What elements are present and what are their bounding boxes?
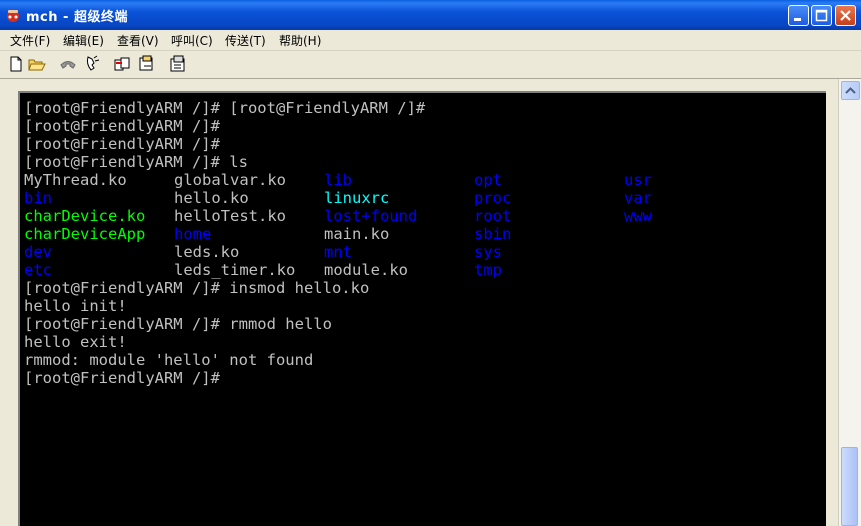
minimize-icon <box>794 18 801 21</box>
ls-entry: root <box>474 207 512 225</box>
minimize-button[interactable] <box>788 5 809 26</box>
ls-entry: lib <box>324 171 352 189</box>
connect-phone-icon[interactable] <box>58 54 78 74</box>
menu-transfer[interactable]: 传送(T) <box>225 32 266 49</box>
ls-entry: proc <box>474 189 512 207</box>
title-bar[interactable]: mch - 超级终端 <box>0 0 861 30</box>
receive-icon[interactable] <box>137 54 157 74</box>
toolbar <box>0 51 861 79</box>
ls-entry: www <box>624 207 652 225</box>
maximize-icon <box>815 9 828 22</box>
ls-entry: linuxrc <box>324 189 390 207</box>
open-folder-icon[interactable] <box>27 54 47 74</box>
maximize-button[interactable] <box>811 5 832 26</box>
ls-entry: hello.ko <box>174 189 249 207</box>
ls-entry: sbin <box>474 225 512 243</box>
ls-entry: helloTest.ko <box>174 207 286 225</box>
properties-icon[interactable] <box>168 54 188 74</box>
ls-entry: sys <box>474 243 502 261</box>
disconnect-phone-icon[interactable] <box>82 54 102 74</box>
new-file-icon[interactable] <box>6 54 26 74</box>
ls-entry: globalvar.ko <box>174 171 286 189</box>
menu-file[interactable]: 文件(F) <box>10 32 50 49</box>
ls-entry: charDevice.ko <box>24 207 146 225</box>
scroll-up-button[interactable] <box>841 81 860 100</box>
terminal-line: [root@FriendlyARM /]# insmod hello.ko <box>24 279 370 297</box>
terminal-line: [root@FriendlyARM /]# <box>24 369 220 387</box>
menu-call[interactable]: 呼叫(C) <box>171 32 213 49</box>
send-icon[interactable] <box>112 54 132 74</box>
chevron-up-icon <box>845 87 856 94</box>
ls-entry: lost+found <box>324 207 418 225</box>
ls-entry: module.ko <box>324 261 408 279</box>
ls-entry: MyThread.ko <box>24 171 127 189</box>
terminal-screen[interactable]: [root@FriendlyARM /]# [root@FriendlyARM … <box>18 91 826 526</box>
scroll-thumb[interactable] <box>841 447 858 526</box>
terminal-line: [root@FriendlyARM /]# <box>24 117 220 135</box>
terminal-line: [root@FriendlyARM /]# <box>24 135 220 153</box>
ls-entry: dev <box>24 243 52 261</box>
ls-entry: tmp <box>474 261 502 279</box>
ls-entry: charDeviceApp <box>24 225 146 243</box>
terminal-line: [root@FriendlyARM /]# [root@FriendlyARM … <box>24 99 426 117</box>
ls-entry: leds_timer.ko <box>174 261 296 279</box>
menu-edit[interactable]: 编辑(E) <box>63 32 104 49</box>
terminal-line: [root@FriendlyARM /]# ls <box>24 153 248 171</box>
ls-entry: usr <box>624 171 652 189</box>
ls-entry: mnt <box>324 243 352 261</box>
menu-view[interactable]: 查看(V) <box>117 32 159 49</box>
terminal-line: hello exit! <box>24 333 127 351</box>
ls-entry: opt <box>474 171 502 189</box>
ls-entry: main.ko <box>324 225 390 243</box>
close-button[interactable] <box>835 5 856 26</box>
ls-entry: bin <box>24 189 52 207</box>
ls-entry: var <box>624 189 652 207</box>
menu-bar: 文件(F) 编辑(E) 查看(V) 呼叫(C) 传送(T) 帮助(H) <box>0 30 861 51</box>
menu-help[interactable]: 帮助(H) <box>279 32 321 49</box>
hyperterminal-app-icon[interactable] <box>5 7 21 23</box>
vertical-scrollbar[interactable] <box>838 79 861 526</box>
window-title: mch - 超级终端 <box>26 10 128 25</box>
ls-entry: home <box>174 225 212 243</box>
close-icon <box>840 10 851 21</box>
ls-entry: leds.ko <box>174 243 240 261</box>
terminal-line: [root@FriendlyARM /]# rmmod hello <box>24 315 332 333</box>
ls-entry: etc <box>24 261 52 279</box>
terminal-line: hello init! <box>24 297 127 315</box>
terminal-line: rmmod: module 'hello' not found <box>24 351 314 369</box>
